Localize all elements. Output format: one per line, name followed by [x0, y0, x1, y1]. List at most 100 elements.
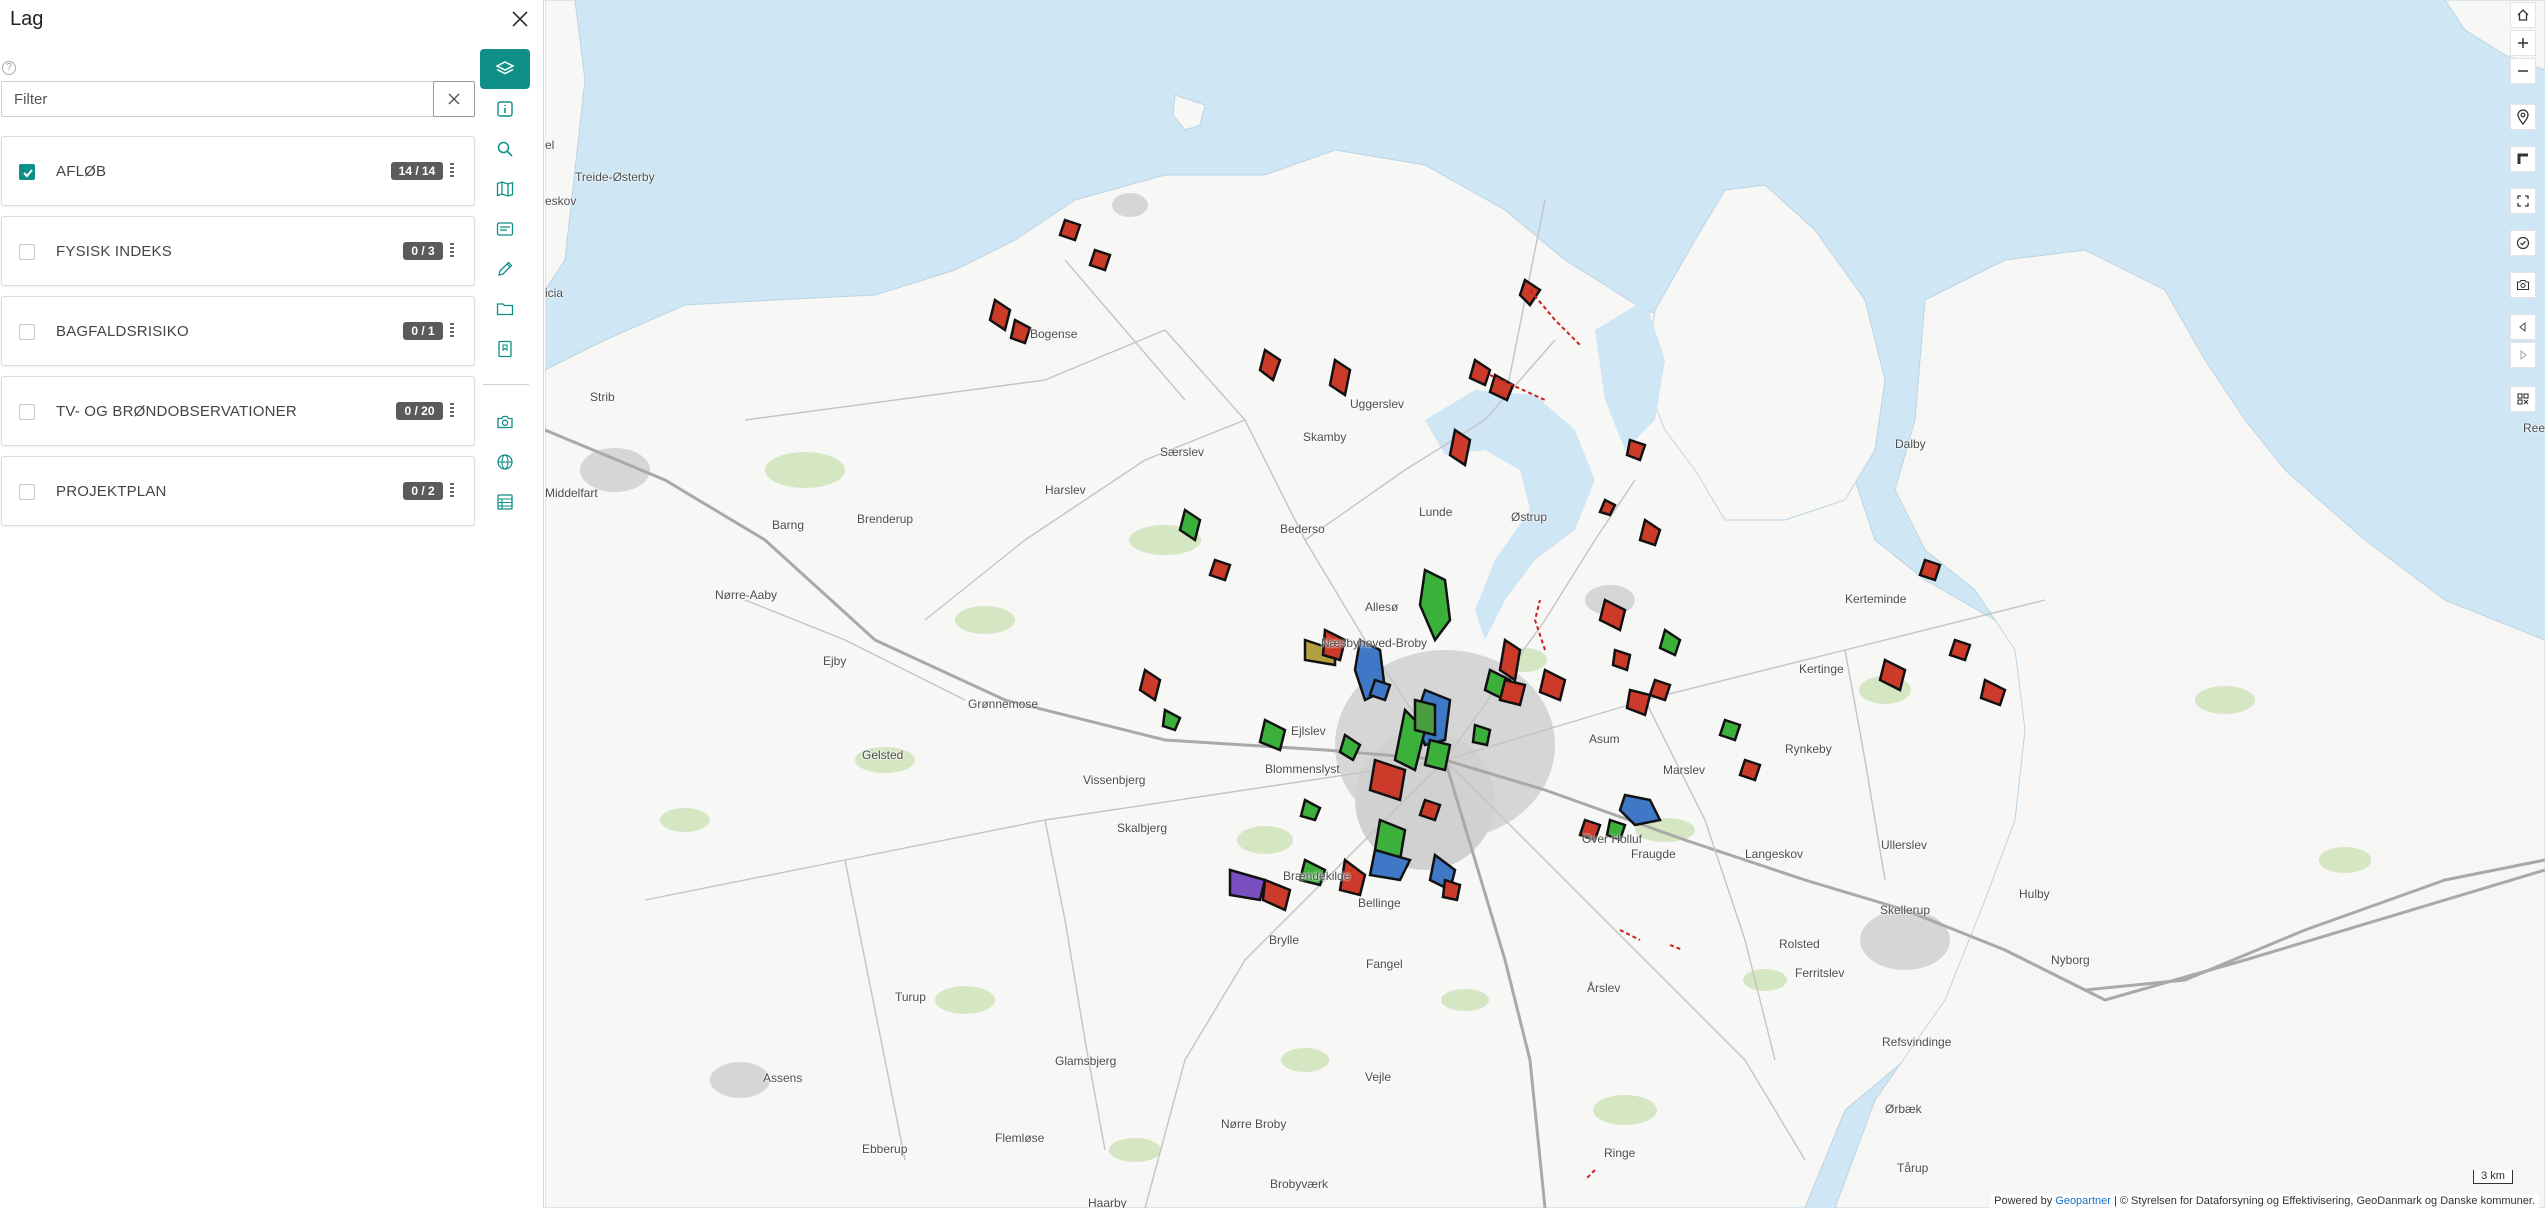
place-label: Over Holluf: [1582, 832, 1643, 846]
map-view[interactable]: Treide-Østerby eskov el icia Strib Midde…: [545, 0, 2545, 1208]
place-label: Strib: [590, 390, 615, 404]
layer-count-badge: 0 / 1: [403, 322, 443, 340]
locate-button[interactable]: [2510, 104, 2536, 130]
place-label: Næsbyhoved-Broby: [1321, 636, 1428, 650]
place-label: Bogense: [1030, 327, 1078, 341]
layer-group-tv-brondobservationer[interactable]: TV- OG BRØNDOBSERVATIONER 0 / 20: [1, 376, 475, 446]
layer-count-badge: 0 / 20: [396, 402, 443, 420]
zoom-out-button[interactable]: [2510, 58, 2536, 84]
place-label: Ebberup: [862, 1142, 908, 1156]
place-label: Hulby: [2019, 887, 2050, 901]
layer-label: FYSISK INDEKS: [56, 243, 172, 260]
screenshot-button[interactable]: [2510, 272, 2536, 298]
place-label: Turup: [895, 990, 926, 1004]
layer-group-projektplan[interactable]: PROJEKTPLAN 0 / 2: [1, 456, 475, 526]
place-label: icia: [545, 286, 564, 300]
layers-tool-button[interactable]: [480, 49, 530, 89]
attribution: Powered by Geopartner | © Styrelsen for …: [1990, 1194, 2539, 1208]
check-button[interactable]: [2510, 230, 2536, 256]
layer-label: TV- OG BRØNDOBSERVATIONER: [56, 403, 297, 420]
place-label: Vejle: [1365, 1070, 1392, 1084]
place-label: Assens: [763, 1071, 803, 1085]
layer-count-badge: 0 / 2: [403, 482, 443, 500]
table-icon: [497, 494, 513, 510]
place-label: Asum: [1589, 732, 1620, 746]
camera-icon: [497, 415, 513, 429]
place-label: Harslev: [1045, 483, 1086, 497]
back-icon: [2519, 321, 2526, 333]
map-canvas: [545, 0, 2545, 1208]
place-label: Skalbjerg: [1117, 821, 1168, 835]
help-icon[interactable]: ?: [2, 61, 16, 75]
drag-handle-icon[interactable]: [450, 243, 454, 259]
measure-icon: [2517, 153, 2528, 164]
place-label: Langeskov: [1745, 847, 1804, 861]
fullscreen-button[interactable]: [2510, 188, 2536, 214]
place-label: Flemløse: [995, 1131, 1045, 1145]
urban-bogense: [1112, 193, 1148, 217]
place-label: Ejlslev: [1291, 724, 1326, 738]
drag-handle-icon[interactable]: [450, 403, 454, 419]
clear-filter-button[interactable]: [433, 81, 475, 117]
folder-icon: [496, 303, 514, 316]
layers-panel: Lag ? AFLØB 14 / 14 FYSIS: [0, 0, 544, 1208]
drag-handle-icon[interactable]: [450, 163, 454, 179]
back-button[interactable]: [2510, 314, 2536, 340]
place-label: Blommenslyst: [1265, 762, 1340, 776]
place-label: Fraugde: [1631, 847, 1676, 861]
edit-tool-button[interactable]: [480, 249, 530, 289]
place-label: Ree: [2523, 421, 2545, 435]
folder-tool-button[interactable]: [480, 289, 530, 329]
bookmark-tool-button[interactable]: [480, 329, 530, 369]
app-root: Lag ? AFLØB 14 / 14 FYSIS: [0, 0, 2545, 1208]
qr-button[interactable]: [2510, 386, 2536, 412]
place-label: Barng: [772, 518, 805, 532]
place-label: Nørre Broby: [1221, 1117, 1287, 1131]
place-label: Skellerup: [1880, 903, 1931, 917]
place-label: Ullerslev: [1881, 838, 1928, 852]
table-tool-button[interactable]: [480, 482, 530, 522]
layer-count-badge: 0 / 3: [403, 242, 443, 260]
layer-group-fysisk-indeks[interactable]: FYSISK INDEKS 0 / 3: [1, 216, 475, 286]
screenshot-tool-button[interactable]: [480, 402, 530, 442]
layer-group-bagfaldsrisiko[interactable]: BAGFALDSRISIKO 0 / 1: [1, 296, 475, 366]
layer-checkbox[interactable]: [19, 244, 35, 260]
attribution-link[interactable]: Geopartner: [2055, 1195, 2111, 1207]
measure-button[interactable]: [2510, 146, 2536, 172]
place-label: Ringe: [1604, 1146, 1636, 1160]
home-icon: [2517, 9, 2529, 21]
legend-tool-button[interactable]: [480, 209, 530, 249]
fullscreen-icon: [2517, 195, 2529, 207]
info-tool-button[interactable]: [480, 89, 530, 129]
edit-icon: [498, 261, 513, 276]
layer-label: AFLØB: [56, 163, 107, 180]
home-button[interactable]: [2510, 2, 2536, 28]
scale-bar: 3 km: [2473, 1170, 2513, 1184]
layer-checkbox[interactable]: [19, 484, 35, 500]
search-tool-button[interactable]: [480, 129, 530, 169]
layer-checkbox[interactable]: [19, 324, 35, 340]
layer-count-badge: 14 / 14: [391, 162, 443, 180]
place-label: Haarby: [1088, 1196, 1127, 1208]
filter-input[interactable]: [2, 82, 434, 116]
clear-icon: [448, 93, 460, 105]
panel-title: Lag: [10, 8, 44, 30]
place-label: Glamsbjerg: [1055, 1054, 1117, 1068]
zoom-in-icon: [2518, 38, 2528, 48]
globe-icon: [497, 454, 513, 470]
place-label: Østrup: [1511, 510, 1548, 524]
globe-tool-button[interactable]: [480, 442, 530, 482]
layer-group-aflob[interactable]: AFLØB 14 / 14: [1, 136, 475, 206]
place-label: Særslev: [1160, 445, 1205, 459]
forward-button[interactable]: [2510, 342, 2536, 368]
layer-checkbox[interactable]: [19, 164, 35, 180]
drag-handle-icon[interactable]: [450, 323, 454, 339]
basemap-tool-button[interactable]: [480, 169, 530, 209]
layer-checkbox[interactable]: [19, 404, 35, 420]
layer-label: PROJEKTPLAN: [56, 483, 167, 500]
drag-handle-icon[interactable]: [450, 483, 454, 499]
zoom-in-button[interactable]: [2510, 30, 2536, 56]
close-panel-button[interactable]: [507, 6, 533, 32]
place-label: Marslev: [1663, 763, 1706, 777]
place-label: Middelfart: [545, 486, 598, 500]
